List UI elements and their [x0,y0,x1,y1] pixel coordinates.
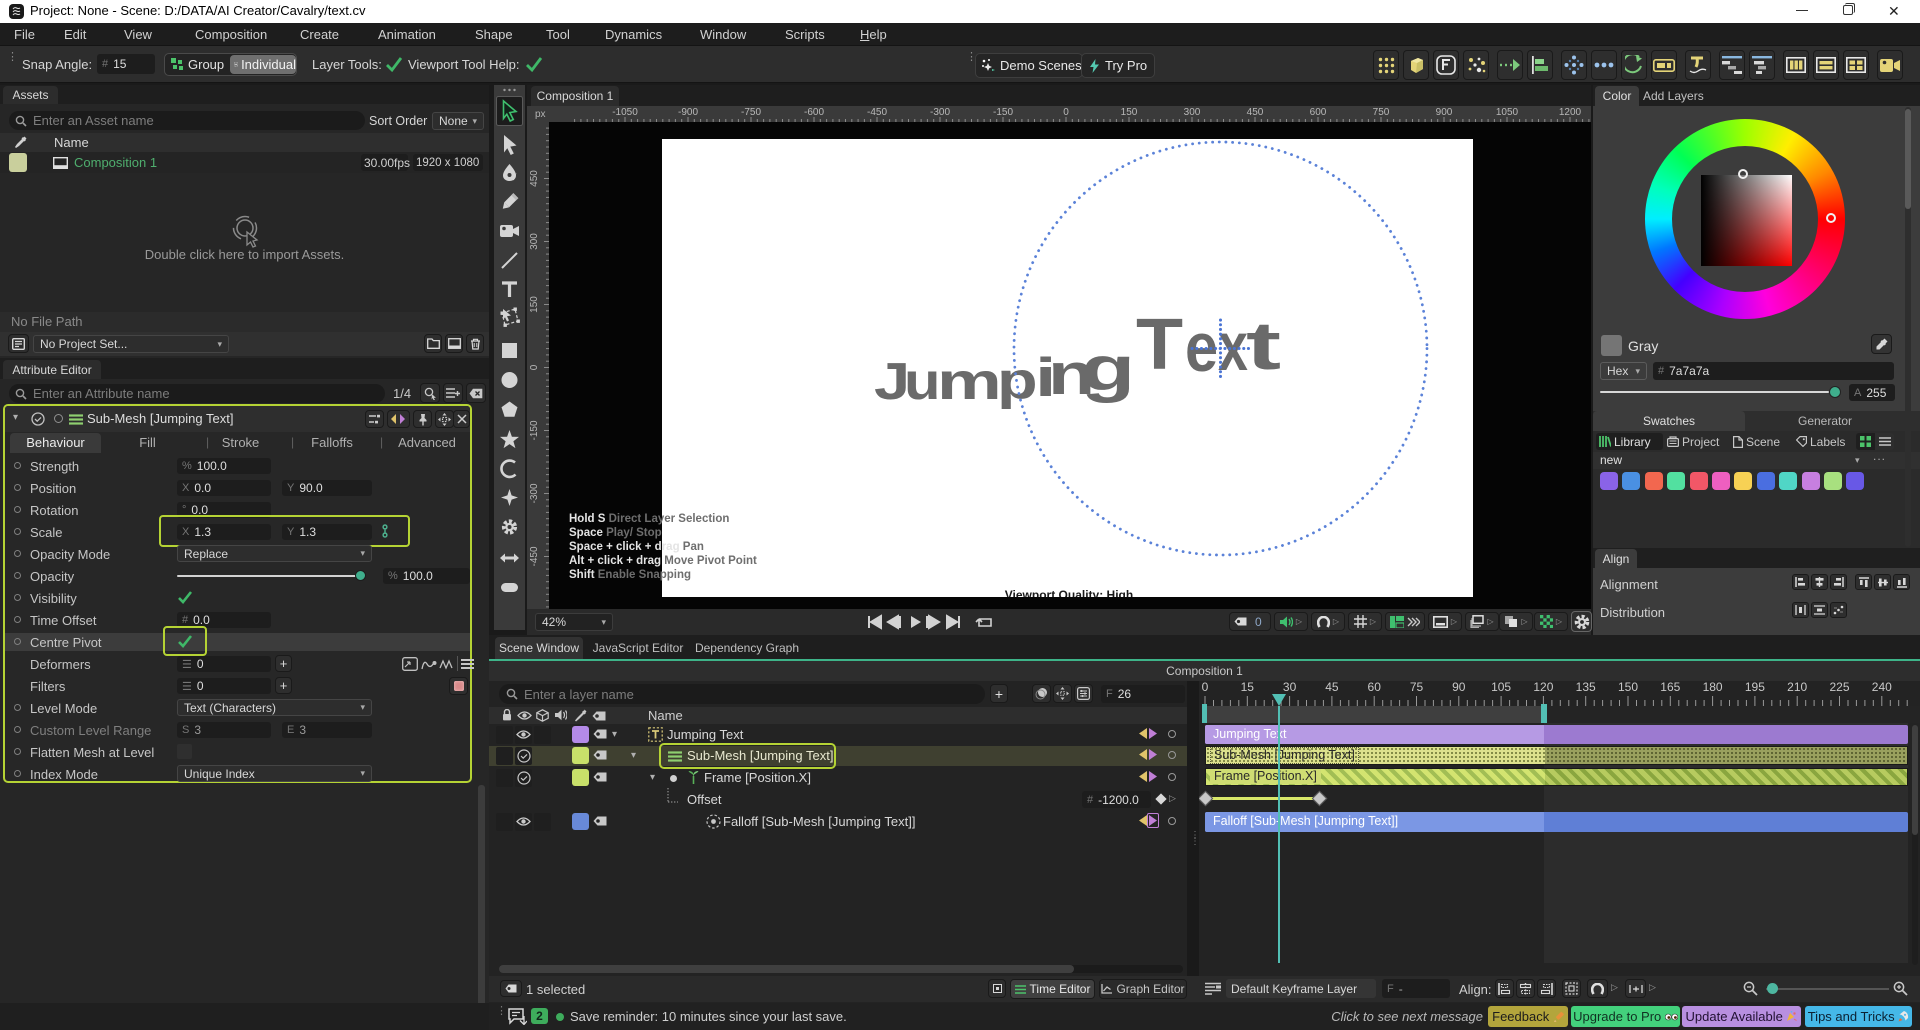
svg-text:450: 450 [1247,107,1264,118]
svg-text:300: 300 [1184,107,1201,118]
svg-text:300: 300 [529,233,540,250]
svg-text:225: 225 [1829,681,1849,694]
svg-text:60: 60 [1368,681,1382,694]
svg-text:1050: 1050 [1496,107,1519,118]
svg-text:45: 45 [1325,681,1339,694]
svg-text:-150: -150 [993,107,1013,118]
svg-text:150: 150 [529,296,540,313]
svg-text:-300: -300 [529,483,540,503]
svg-text:165: 165 [1660,681,1680,694]
svg-text:-450: -450 [867,107,887,118]
svg-text:195: 195 [1745,681,1765,694]
svg-text:450: 450 [529,170,540,187]
svg-text:150: 150 [1121,107,1138,118]
svg-text:0: 0 [1063,107,1069,118]
svg-text:-150: -150 [529,420,540,440]
svg-text:600: 600 [1310,107,1327,118]
svg-text:90: 90 [1452,681,1466,694]
svg-text:150: 150 [1618,681,1638,694]
svg-text:-750: -750 [741,107,761,118]
svg-text:0: 0 [1202,681,1209,694]
svg-text:-600: -600 [804,107,824,118]
svg-text:1200: 1200 [1559,107,1582,118]
svg-text:105: 105 [1491,681,1511,694]
svg-text:120: 120 [1533,681,1553,694]
svg-text:900: 900 [1436,107,1453,118]
svg-text:75: 75 [1410,681,1424,694]
svg-text:0: 0 [529,364,540,370]
svg-text:180: 180 [1703,681,1723,694]
svg-text:-1050: -1050 [612,107,638,118]
svg-text:-300: -300 [930,107,950,118]
svg-text:210: 210 [1787,681,1807,694]
svg-text:750: 750 [1373,107,1390,118]
svg-text:135: 135 [1576,681,1596,694]
svg-text:-900: -900 [678,107,698,118]
svg-text:-450: -450 [529,546,540,566]
svg-text:240: 240 [1872,681,1892,694]
svg-text:15: 15 [1241,681,1255,694]
